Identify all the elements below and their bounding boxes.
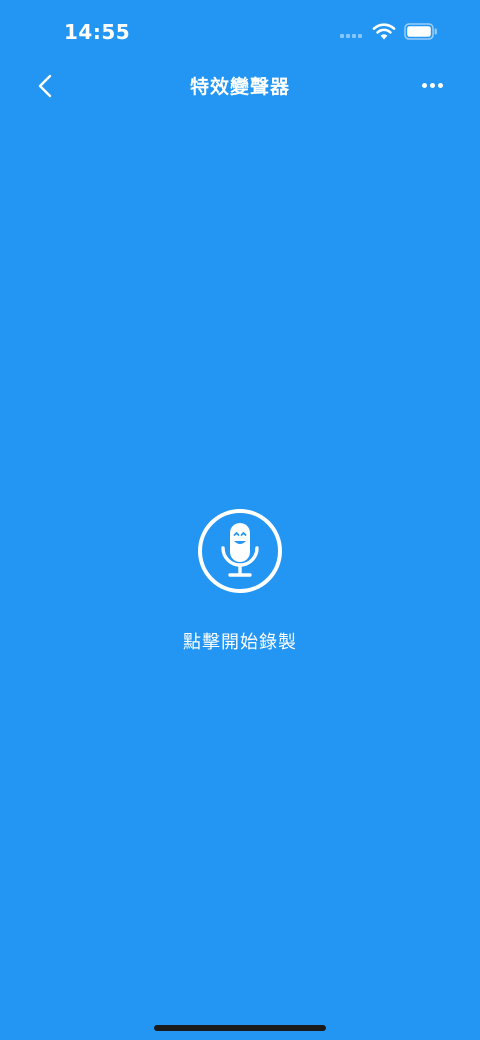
status-bar: 14:55 xyxy=(0,0,480,66)
status-time: 14:55 xyxy=(64,20,131,44)
record-button[interactable] xyxy=(197,508,283,594)
page-title: 特效變聲器 xyxy=(189,76,290,98)
microphone-icon xyxy=(198,509,282,593)
battery-icon xyxy=(404,23,437,40)
home-indicator[interactable] xyxy=(154,1025,326,1031)
more-options-button[interactable] xyxy=(414,70,452,100)
cellular-signal-icon xyxy=(340,34,364,40)
record-hint-label: 點擊開始錄製 xyxy=(183,632,297,653)
wifi-icon xyxy=(372,23,396,40)
voice-changer-screen: 14:55 特效變聲器 點擊開始錄製 xyxy=(0,0,480,1040)
navigation-bar: 特效變聲器 xyxy=(0,62,480,108)
